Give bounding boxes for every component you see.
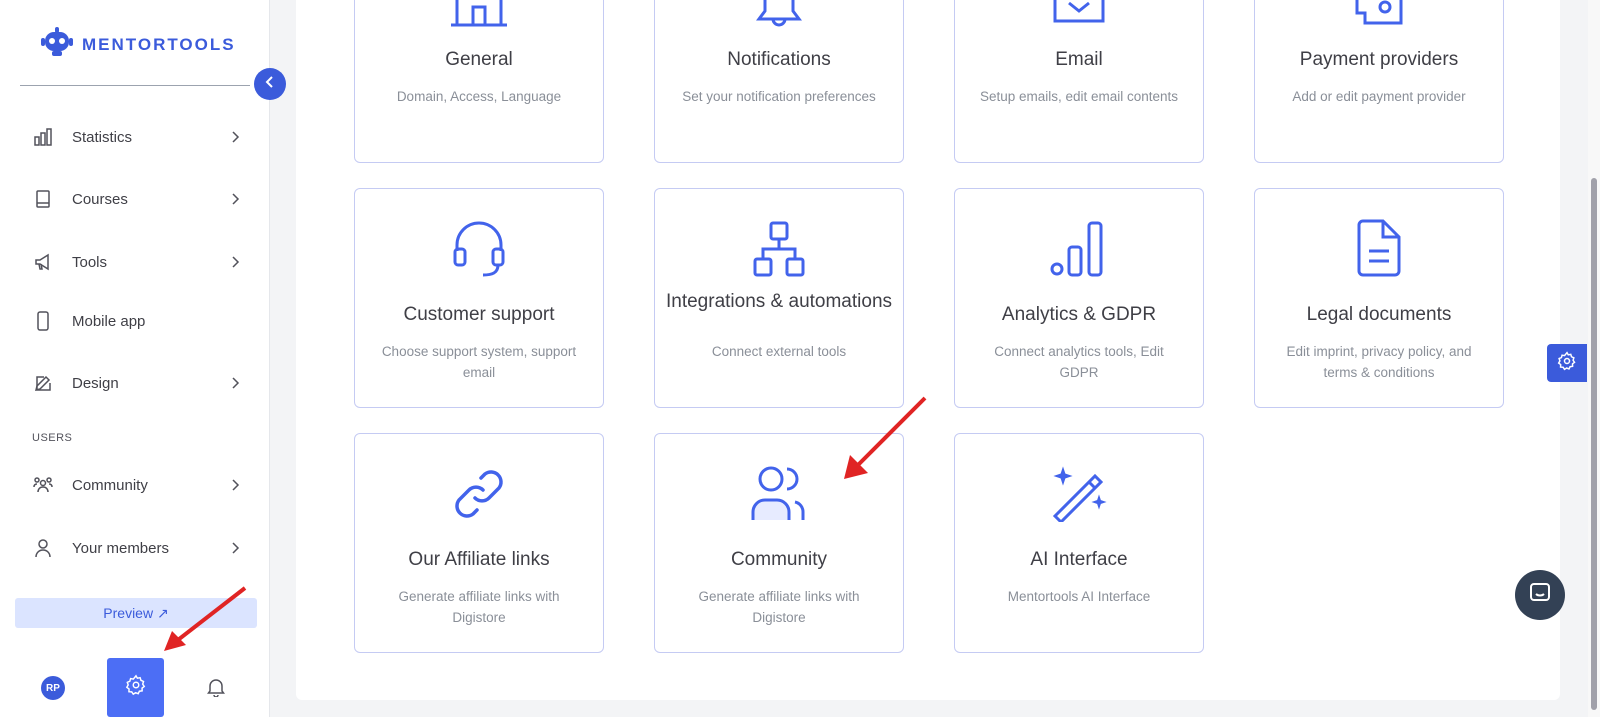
floating-settings-button[interactable] (1547, 344, 1587, 382)
sidebar-item-tools[interactable]: Tools (32, 247, 242, 277)
sidebar-item-label: Courses (72, 190, 128, 208)
vertical-scrollbar[interactable] (1588, 0, 1600, 717)
chevron-right-icon (228, 376, 242, 390)
tile-title: Customer support (403, 304, 555, 325)
chevron-right-icon (228, 192, 242, 206)
sidebar-item-your-members[interactable]: Your members (32, 533, 242, 563)
tile-description: Generate affiliate links with Digistore (698, 589, 860, 625)
brand-logo[interactable]: MENTORTOOLS (40, 26, 236, 63)
sidebar-item-label: Community (72, 476, 148, 494)
tile-legal-documents[interactable]: Legal documents Edit imprint, privacy po… (1254, 188, 1504, 408)
tile-title: Community (730, 549, 828, 570)
tile-title: Integrations & automations (665, 291, 893, 312)
gear-icon (125, 674, 147, 701)
sidebar-item-design[interactable]: Design (32, 368, 242, 398)
chevron-right-icon (228, 478, 242, 492)
tile-payment-providers[interactable]: Payment providers Add or edit payment pr… (1254, 0, 1504, 163)
magic-wand-icon (955, 466, 1203, 522)
tile-title: Analytics & GDPR (1001, 304, 1157, 325)
tile-title: Our Affiliate links (408, 549, 550, 570)
bell-icon (655, 0, 903, 27)
user-icon (32, 537, 54, 559)
tile-description: Choose support system, support email (381, 344, 577, 380)
sidebar-item-label: Tools (72, 253, 108, 271)
section-label-users: USERS (32, 432, 73, 444)
bar-chart-icon (32, 126, 54, 148)
building-icon (355, 0, 603, 27)
notifications-button[interactable] (203, 676, 229, 702)
sidebar: MENTORTOOLS Statistics Courses Tools Mob… (0, 0, 270, 717)
sidebar-item-mobile-app[interactable]: Mobile app (32, 306, 242, 336)
chevron-right-icon (228, 541, 242, 555)
envelope-icon (955, 0, 1203, 27)
chevron-left-icon (263, 75, 277, 94)
bell-icon (206, 677, 226, 702)
chat-launcher-button[interactable] (1515, 570, 1565, 620)
tile-title: Payment providers (1299, 49, 1459, 70)
tile-community[interactable]: Community Generate affiliate links with … (654, 433, 904, 653)
analytics-icon (955, 221, 1203, 277)
tile-notifications[interactable]: Notifications Set your notification pref… (654, 0, 904, 163)
gear-icon (1557, 350, 1577, 376)
tile-title: General (445, 49, 513, 70)
settings-grid: General Domain, Access, Language Notific… (296, 0, 1560, 700)
avatar[interactable]: RP (41, 676, 65, 700)
collapse-sidebar-button[interactable] (254, 68, 286, 100)
pencil-icon (32, 372, 54, 394)
preview-button[interactable]: Preview ↗ (15, 598, 257, 628)
tile-general[interactable]: General Domain, Access, Language (354, 0, 604, 163)
sidebar-item-label: Mobile app (72, 312, 146, 330)
hierarchy-icon (655, 221, 903, 277)
scrollbar-thumb[interactable] (1591, 178, 1597, 710)
document-icon (1255, 219, 1503, 279)
tile-description: Add or edit payment provider (1292, 89, 1466, 104)
book-icon (32, 188, 54, 210)
tile-affiliate-links[interactable]: Our Affiliate links Generate affiliate l… (354, 433, 604, 653)
sidebar-item-statistics[interactable]: Statistics (32, 122, 242, 152)
sidebar-divider (20, 85, 250, 86)
chat-icon (1528, 581, 1552, 610)
tile-description: Set your notification preferences (682, 89, 876, 104)
tile-customer-support[interactable]: Customer support Choose support system, … (354, 188, 604, 408)
sidebar-item-label: Your members (72, 539, 169, 557)
chevron-right-icon (228, 255, 242, 269)
tile-title: Email (1055, 49, 1103, 70)
people-icon (655, 466, 903, 522)
sidebar-item-community[interactable]: Community (32, 470, 242, 500)
link-icon (355, 466, 603, 522)
headset-icon (355, 219, 603, 279)
tile-title: AI Interface (1030, 549, 1128, 570)
phone-icon (32, 310, 54, 332)
chevron-right-icon (228, 130, 242, 144)
tile-title: Legal documents (1306, 304, 1452, 325)
sidebar-item-label: Design (72, 374, 119, 392)
tile-integrations-automations[interactable]: Integrations & automations Connect exter… (654, 188, 904, 408)
settings-button[interactable] (107, 658, 164, 717)
tile-description: Mentortools AI Interface (1007, 589, 1151, 604)
sidebar-item-label: Statistics (72, 128, 133, 146)
people-icon (32, 474, 54, 496)
tile-description: Edit imprint, privacy policy, and terms … (1286, 344, 1472, 380)
tile-description: Setup emails, edit email contents (979, 89, 1179, 104)
robot-logo-icon (40, 26, 74, 63)
megaphone-icon (32, 251, 54, 273)
tile-description: Connect analytics tools, Edit GDPR (994, 344, 1164, 380)
tile-ai-interface[interactable]: AI Interface Mentortools AI Interface (954, 433, 1204, 653)
tile-analytics-gdpr[interactable]: Analytics & GDPR Connect analytics tools… (954, 188, 1204, 408)
sidebar-item-courses[interactable]: Courses (32, 184, 242, 214)
tile-description: Connect external tools (711, 344, 847, 359)
tile-email[interactable]: Email Setup emails, edit email contents (954, 0, 1204, 163)
brand-name: MENTORTOOLS (82, 34, 236, 54)
tile-description: Domain, Access, Language (396, 89, 562, 104)
tile-description: Generate affiliate links with Digistore (398, 589, 560, 625)
tile-title: Notifications (727, 49, 831, 70)
wallet-icon (1255, 0, 1503, 27)
